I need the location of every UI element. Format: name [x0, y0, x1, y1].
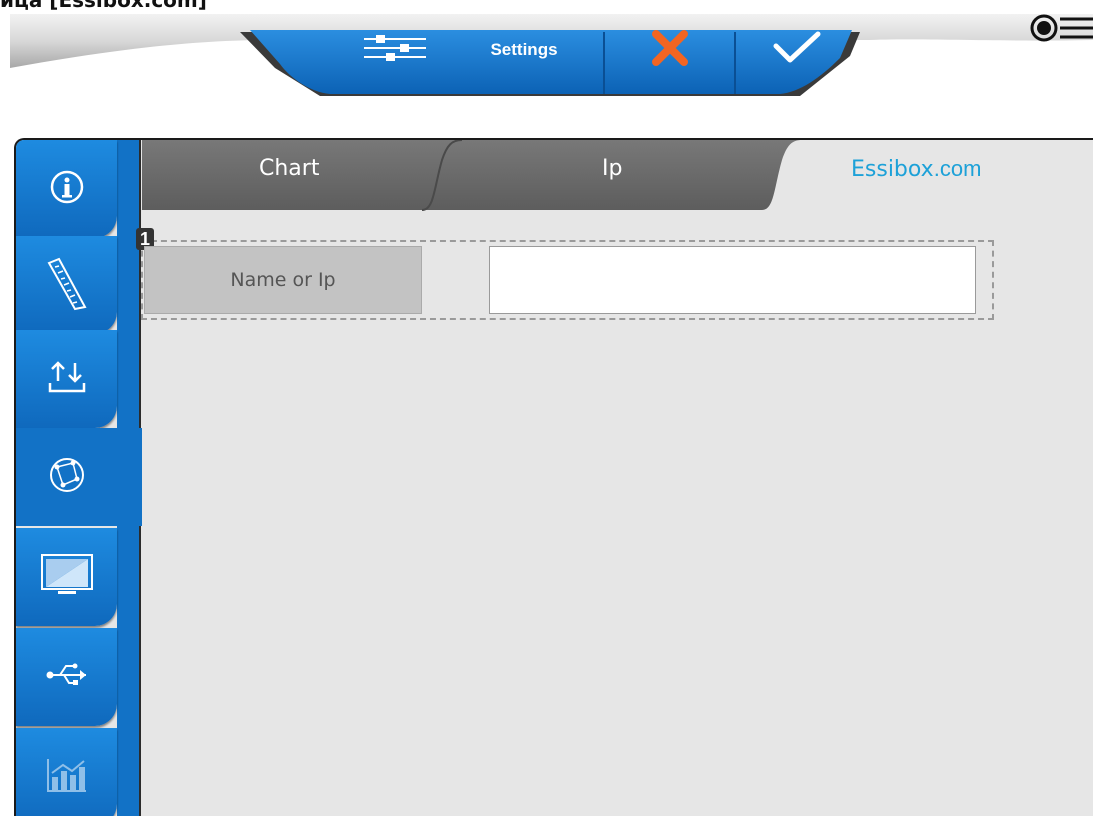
monitor-icon	[40, 553, 94, 601]
sidebar-item-transfer[interactable]	[16, 330, 117, 428]
sliders-icon	[362, 33, 428, 67]
tab-essibox-name: Essibox	[851, 157, 934, 182]
sidebar-item-usb[interactable]	[16, 628, 117, 726]
upload-download-icon	[47, 359, 87, 399]
settings-button[interactable]: Settings	[320, 18, 600, 82]
ruler-icon	[45, 255, 89, 315]
tab-chart[interactable]: Chart	[259, 156, 319, 181]
sidebar-item-display[interactable]	[16, 528, 117, 626]
main-panel: Chart Ip Essibox.com 1 Name or Ip	[14, 138, 1093, 816]
confirm-check-icon	[772, 28, 822, 72]
confirm-button[interactable]	[737, 18, 857, 82]
settings-label: Settings	[490, 40, 558, 59]
chart-icon	[46, 757, 88, 797]
network-globe-icon	[49, 457, 85, 497]
menu-icon[interactable]	[1030, 12, 1093, 50]
name-or-ip-input[interactable]	[489, 246, 976, 314]
info-icon	[50, 170, 84, 208]
sidebar-item-measure[interactable]	[16, 236, 117, 334]
name-or-ip-label: Name or Ip	[144, 246, 422, 314]
tab-ip[interactable]: Ip	[602, 156, 622, 181]
tab-essibox-tld: .com	[933, 156, 982, 181]
sidebar-item-network[interactable]	[16, 428, 142, 526]
cancel-x-icon	[650, 28, 690, 72]
sidebar-item-statistics[interactable]	[16, 728, 117, 816]
tab-essibox[interactable]: Essibox.com	[851, 156, 981, 182]
usb-icon	[46, 661, 88, 693]
sidebar-item-info[interactable]	[16, 140, 117, 238]
cancel-button[interactable]	[606, 18, 734, 82]
